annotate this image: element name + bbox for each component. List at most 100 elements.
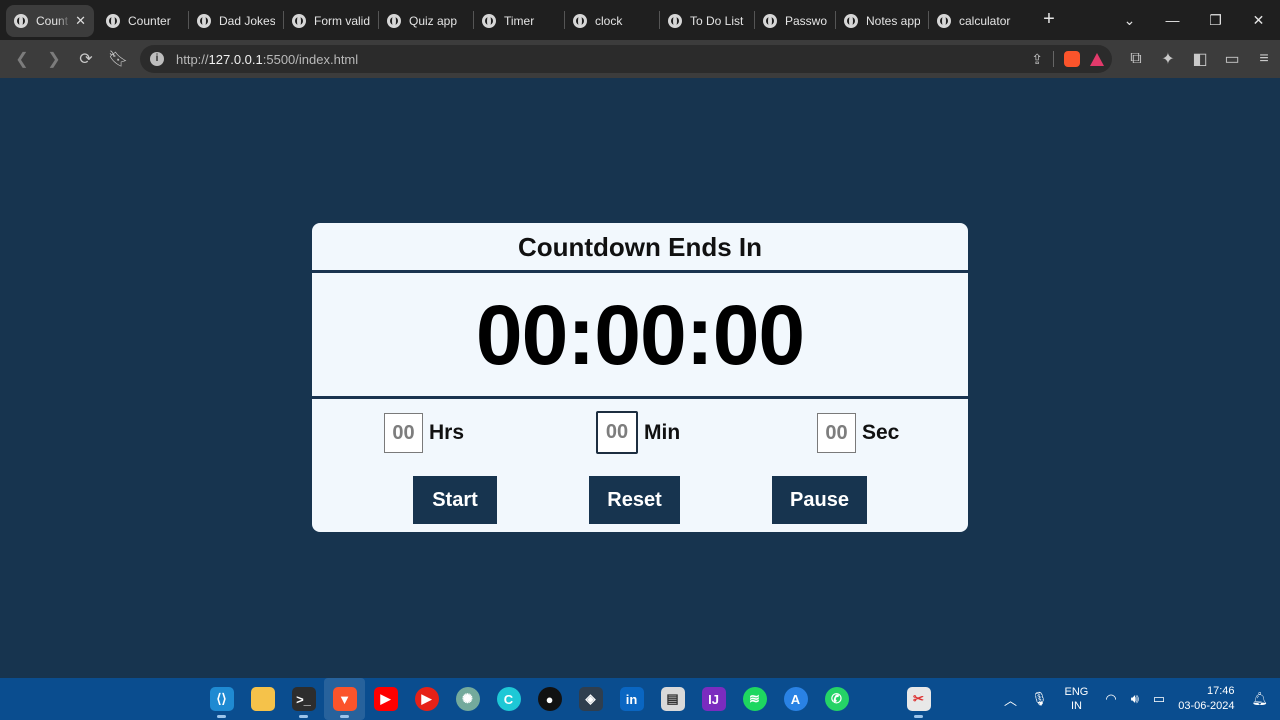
- share-icon[interactable]: ⇪: [1031, 51, 1043, 68]
- tab-label: Quiz app: [409, 14, 458, 28]
- countdown-display: 00:00:00: [475, 288, 805, 382]
- region-code: IN: [1070, 700, 1082, 712]
- forward-arrow-icon[interactable]: ❯: [38, 43, 70, 75]
- close-window-button[interactable]: ✕: [1237, 0, 1280, 40]
- git-bash-icon[interactable]: ◈: [570, 678, 611, 720]
- address-bar[interactable]: i http://127.0.0.1:5500/index.html ⇪: [140, 45, 1112, 73]
- tab-label: Dad Jokes: [219, 14, 275, 28]
- seconds-input[interactable]: [817, 413, 856, 453]
- windows-taskbar: ⟨⟩ >_ ▼ ▶ ▶ ✺ C ● ◈ in ▤ IJ ≋ A ✆ ✂ ︿ 🎙︎…: [0, 678, 1280, 720]
- site-info-icon[interactable]: i: [150, 52, 164, 66]
- new-tab-button[interactable]: +: [1038, 8, 1060, 30]
- tab-clock[interactable]: clock: [565, 5, 659, 37]
- reload-icon[interactable]: ⟳: [70, 43, 102, 75]
- extension-icons: ⧉ ✦ ◧ ▭ ≡: [1120, 43, 1280, 75]
- tab-search-chevron-icon[interactable]: ⌄: [1108, 0, 1151, 40]
- wifi-icon[interactable]: ◠: [1098, 691, 1123, 707]
- tab-to-do-list[interactable]: To Do List: [660, 5, 754, 37]
- menu-icon[interactable]: ≡: [1248, 43, 1280, 75]
- hours-input[interactable]: [384, 413, 423, 453]
- vscode-icon[interactable]: ⟨⟩: [201, 678, 242, 720]
- globe-icon: [292, 14, 306, 28]
- back-arrow-icon[interactable]: ❮: [6, 43, 38, 75]
- battery-icon[interactable]: ▭: [1146, 691, 1172, 707]
- tray-overflow-chevron-icon[interactable]: ︿: [997, 690, 1024, 709]
- hours-unit-label: Hrs: [429, 421, 465, 444]
- leo-ai-icon[interactable]: ✦: [1152, 43, 1184, 75]
- brave-rewards-icon[interactable]: [1090, 52, 1104, 66]
- tab-calculator[interactable]: calculator: [929, 5, 1021, 37]
- notification-bell-icon[interactable]: 🔔︎: [1244, 691, 1280, 707]
- github-icon[interactable]: ●: [529, 678, 570, 720]
- chatgpt-icon[interactable]: ✺: [447, 678, 488, 720]
- snipping-tool-icon[interactable]: ✂: [898, 678, 939, 720]
- extensions-puzzle-icon[interactable]: ⧉: [1120, 43, 1152, 75]
- address-bar-actions: ⇪: [1031, 45, 1104, 73]
- globe-icon: [937, 14, 951, 28]
- microsoft-store-icon[interactable]: [857, 678, 898, 720]
- countdown-card: Countdown Ends In 00:00:00 Hrs Min Sec S…: [312, 223, 968, 532]
- taskbar-apps: ⟨⟩ >_ ▼ ▶ ▶ ✺ C ● ◈ in ▤ IJ ≋ A ✆ ✂: [160, 678, 939, 720]
- tab-dad-jokes[interactable]: Dad Jokes: [189, 5, 283, 37]
- minimize-button[interactable]: —: [1151, 0, 1194, 40]
- sidebar-icon[interactable]: ◧: [1184, 43, 1216, 75]
- minutes-input[interactable]: [596, 411, 638, 454]
- close-tab-icon[interactable]: ✕: [75, 13, 86, 29]
- tab-label: Password: [785, 14, 827, 28]
- seconds-unit-label: Sec: [862, 421, 900, 444]
- tab-label: Counter: [128, 14, 171, 28]
- wallet-icon[interactable]: ▭: [1216, 43, 1248, 75]
- youtube-music-icon[interactable]: ▶: [406, 678, 447, 720]
- volume-icon[interactable]: 🔊︎: [1124, 691, 1146, 707]
- globe-icon: [197, 14, 211, 28]
- bookmark-icon[interactable]: 🔖︎: [102, 43, 134, 75]
- browser-tab-strip: Count ✕ Counter Dad Jokes Form valid Qui…: [0, 0, 1280, 40]
- tab-countdown[interactable]: Count ✕: [6, 5, 94, 37]
- tab-label: Count: [36, 14, 69, 28]
- globe-icon: [106, 14, 120, 28]
- restore-button[interactable]: ❐: [1194, 0, 1237, 40]
- file-explorer-icon[interactable]: [242, 678, 283, 720]
- youtube-icon[interactable]: ▶: [365, 678, 406, 720]
- globe-icon: [14, 14, 28, 28]
- seconds-field: Sec: [817, 413, 899, 453]
- brave-browser-icon[interactable]: ▼: [324, 678, 365, 720]
- linkedin-icon[interactable]: in: [611, 678, 652, 720]
- url-path: :5500/index.html: [262, 51, 359, 67]
- window-controls: ⌄ — ❐ ✕: [1108, 0, 1280, 40]
- browser-toolbar: ❮ ❯ ⟳ 🔖︎ i http://127.0.0.1:5500/index.h…: [0, 40, 1280, 78]
- start-button[interactable]: Start: [413, 476, 497, 524]
- globe-icon: [763, 14, 777, 28]
- notepad-icon[interactable]: ▤: [652, 678, 693, 720]
- language-indicator[interactable]: ENG IN: [1055, 685, 1099, 713]
- globe-icon: [482, 14, 496, 28]
- language-code: ENG: [1064, 686, 1089, 698]
- tab-notes-app[interactable]: Notes app: [836, 5, 928, 37]
- terminal-icon[interactable]: >_: [283, 678, 324, 720]
- tab-label: To Do List: [690, 14, 744, 28]
- microphone-icon[interactable]: 🎙︎: [1024, 691, 1055, 707]
- tab-quiz-app[interactable]: Quiz app: [379, 5, 473, 37]
- whatsapp-icon[interactable]: ✆: [816, 678, 857, 720]
- tab-label: clock: [595, 14, 623, 28]
- intellij-icon[interactable]: IJ: [693, 678, 734, 720]
- start-menu-windows-icon[interactable]: [160, 678, 201, 720]
- reset-button[interactable]: Reset: [589, 476, 680, 524]
- tab-form-validation[interactable]: Form valid: [284, 5, 378, 37]
- countdown-title: Countdown Ends In: [517, 232, 763, 262]
- tab-password[interactable]: Password: [755, 5, 835, 37]
- tab-counter[interactable]: Counter: [98, 5, 188, 37]
- address-divider: [1053, 51, 1054, 67]
- time-inputs-row: Hrs Min Sec: [312, 399, 968, 469]
- pause-button[interactable]: Pause: [772, 476, 867, 524]
- tab-label: Form valid: [314, 14, 370, 28]
- brave-shields-icon[interactable]: [1064, 51, 1080, 67]
- canva-icon[interactable]: C: [488, 678, 529, 720]
- system-clock[interactable]: 17:46 03-06-2024: [1172, 684, 1244, 714]
- minutes-field: Min: [596, 411, 680, 454]
- globe-icon: [387, 14, 401, 28]
- spotify-icon[interactable]: ≋: [734, 678, 775, 720]
- app-store-icon[interactable]: A: [775, 678, 816, 720]
- url-text[interactable]: http://127.0.0.1:5500/index.html: [176, 52, 358, 67]
- tab-timer[interactable]: Timer: [474, 5, 564, 37]
